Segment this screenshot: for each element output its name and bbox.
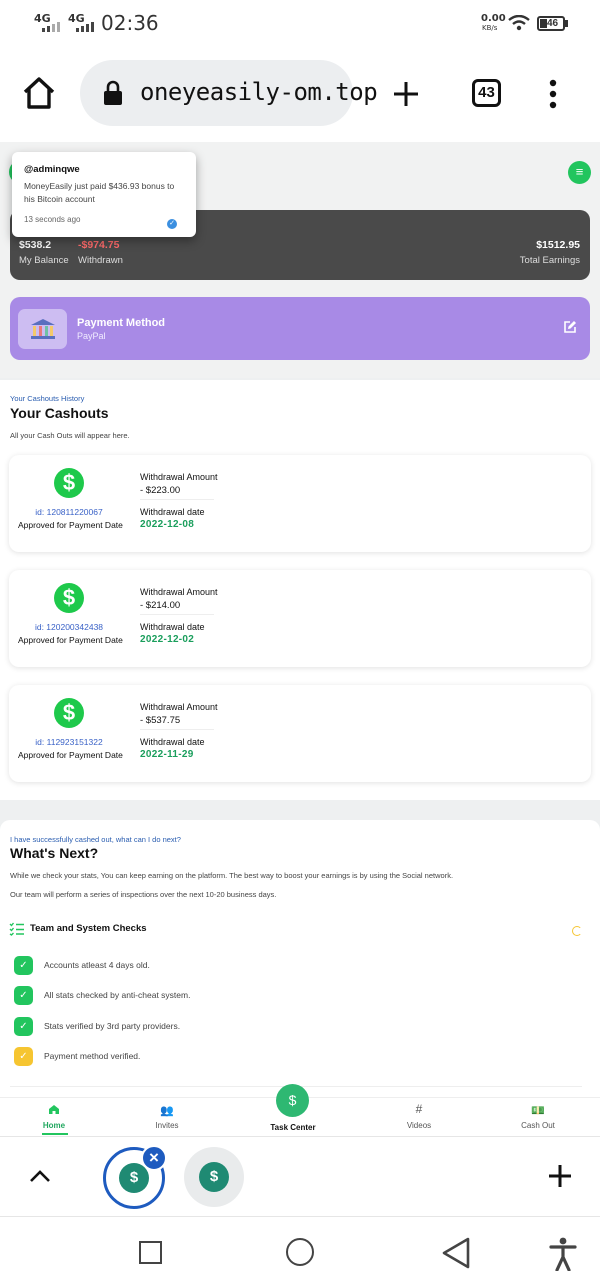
- withdrawal-amount-label: Withdrawal Amount: [140, 702, 218, 712]
- recent-apps-icon[interactable]: [139, 1241, 162, 1264]
- cashouts-eyebrow: Your Cashouts History: [10, 394, 85, 403]
- cashout-card: $ id: 120811220067 Approved for Payment …: [9, 455, 591, 552]
- cashout-status: Approved for Payment Date: [18, 750, 123, 760]
- my-balance-label: My Balance: [19, 255, 69, 266]
- cashapp-icon: $: [54, 583, 84, 613]
- home-nav-icon: [49, 1105, 59, 1114]
- nav-cashout[interactable]: 💵 Cash Out: [498, 1098, 578, 1136]
- withdrawal-date: 2022-11-29: [140, 749, 194, 760]
- withdrawal-amount: - $537.75: [140, 715, 181, 726]
- whats-next-paragraph-1: While we check your stats, You can keep …: [10, 871, 454, 880]
- chevron-up-icon[interactable]: [29, 1169, 51, 1183]
- withdrawal-amount: - $214.00: [140, 600, 181, 611]
- total-earnings-value: $1512.95: [536, 239, 580, 251]
- payment-method-title: Payment Method: [77, 317, 166, 329]
- accessibility-icon[interactable]: [549, 1237, 577, 1271]
- verified-check-icon: ✓: [167, 219, 177, 229]
- cashouts-section: Your Cashouts History Your Cashouts All …: [0, 380, 600, 800]
- payment-method-card[interactable]: Payment Method PayPal: [10, 297, 590, 360]
- battery-icon: 46: [537, 16, 565, 31]
- withdrawn-value: -$974.75: [78, 239, 120, 251]
- hashtag-icon: #: [415, 1102, 423, 1116]
- withdrawal-amount-label: Withdrawal Amount: [140, 587, 218, 597]
- signal-icon-1: [40, 18, 60, 32]
- back-icon[interactable]: [441, 1237, 471, 1269]
- check-done-icon: ✓: [14, 956, 33, 975]
- browser-toolbar: oneyeasily-om.top 43: [0, 46, 600, 142]
- withdrawal-amount: - $223.00: [140, 485, 181, 496]
- cashout-id: id: 120811220067: [35, 507, 103, 517]
- add-tab-icon[interactable]: [548, 1164, 572, 1188]
- withdrawal-date-label: Withdrawal date: [140, 737, 205, 747]
- cashout-card: $ id: 120200342438 Approved for Payment …: [9, 570, 591, 667]
- cashout-status: Approved for Payment Date: [18, 520, 123, 530]
- wifi-icon: [508, 15, 530, 31]
- url-text[interactable]: oneyeasily-om.top: [140, 78, 378, 106]
- nav-home[interactable]: Home: [14, 1098, 94, 1136]
- check-item: Accounts atleast 4 days old.: [44, 960, 150, 970]
- tab-thumbnail[interactable]: $: [184, 1147, 244, 1207]
- new-tab-icon[interactable]: [392, 80, 420, 108]
- nav-invites[interactable]: 👥 Invites: [127, 1098, 207, 1136]
- cashout-status: Approved for Payment Date: [18, 635, 123, 645]
- toast-user: @adminqwe: [24, 164, 80, 175]
- total-earnings-label: Total Earnings: [519, 255, 580, 266]
- users-icon: 👥: [160, 1105, 174, 1117]
- nav-videos[interactable]: # Videos: [379, 1098, 459, 1136]
- site-bottom-nav: Home 👥 Invites $ Task Center # Videos 💵 …: [0, 1084, 600, 1136]
- signal-icon-2: [74, 18, 94, 32]
- withdrawal-date-label: Withdrawal date: [140, 622, 205, 632]
- status-bar: 4G 4G 02:36 0.00 KB/s 46: [0, 0, 600, 46]
- withdrawal-date-label: Withdrawal date: [140, 507, 205, 517]
- system-navigation-bar: [0, 1216, 600, 1286]
- loading-spinner-icon: [572, 926, 582, 936]
- withdrawal-date: 2022-12-08: [140, 519, 195, 530]
- more-menu-icon[interactable]: [546, 78, 560, 110]
- toast-message: MoneyEasily just paid $436.93 bonus to h…: [24, 181, 175, 204]
- payment-method-value: PayPal: [77, 331, 106, 341]
- check-item: Payment method verified.: [44, 1051, 141, 1061]
- home-circle-icon[interactable]: [286, 1238, 314, 1266]
- payout-toast: @adminqwe MoneyEasily just paid $436.93 …: [12, 152, 196, 237]
- speed-unit: KB/s: [482, 24, 498, 32]
- cashouts-subtitle: All your Cash Outs will appear here.: [10, 431, 130, 440]
- lock-icon: [104, 80, 122, 105]
- withdrawn-label: Withdrawn: [78, 255, 123, 266]
- checklist-icon: [9, 922, 24, 936]
- site-favicon-icon: $: [199, 1162, 229, 1192]
- money-bag-icon: $: [276, 1084, 309, 1117]
- cashapp-icon: $: [54, 698, 84, 728]
- check-pending-icon: ✓: [14, 1047, 33, 1066]
- withdrawal-date: 2022-12-02: [140, 634, 195, 645]
- whats-next-title: What's Next?: [10, 845, 99, 861]
- check-done-icon: ✓: [14, 986, 33, 1005]
- check-done-icon: ✓: [14, 1017, 33, 1036]
- nav-task-center[interactable]: $ Task Center: [253, 1084, 333, 1136]
- whats-next-eyebrow: I have successfully cashed out, what can…: [10, 835, 181, 844]
- cash-icon: 💵: [531, 1105, 545, 1117]
- clock: 02:36: [101, 11, 159, 35]
- home-icon[interactable]: [22, 76, 56, 110]
- menu-icon[interactable]: ≡: [568, 161, 591, 184]
- check-item: All stats checked by anti-cheat system.: [44, 990, 191, 1000]
- browser-tab-strip: $ × $: [0, 1136, 600, 1216]
- cashouts-title: Your Cashouts: [10, 405, 109, 421]
- withdrawal-amount-label: Withdrawal Amount: [140, 472, 218, 482]
- my-balance-value: $538.2: [19, 239, 52, 251]
- toast-time: 13 seconds ago: [24, 215, 81, 224]
- cashapp-icon: $: [54, 468, 84, 498]
- bank-icon: [18, 309, 67, 349]
- whats-next-paragraph-2: Our team will perform a series of inspec…: [10, 890, 277, 899]
- edit-icon[interactable]: [563, 320, 577, 334]
- cashout-id: id: 120200342438: [34, 622, 104, 632]
- check-item: Stats verified by 3rd party providers.: [44, 1021, 181, 1031]
- checks-title: Team and System Checks: [30, 923, 147, 934]
- cashout-id: id: 112923151322: [35, 737, 103, 747]
- cashout-card: $ id: 112923151322 Approved for Payment …: [9, 685, 591, 782]
- tab-count-button[interactable]: 43: [472, 79, 501, 107]
- speed-value: 0.00: [481, 13, 506, 24]
- web-page: ≡ $538.2 My Balance -$974.75 Withdrawn $…: [0, 142, 600, 1136]
- close-tab-icon[interactable]: ×: [141, 1145, 167, 1171]
